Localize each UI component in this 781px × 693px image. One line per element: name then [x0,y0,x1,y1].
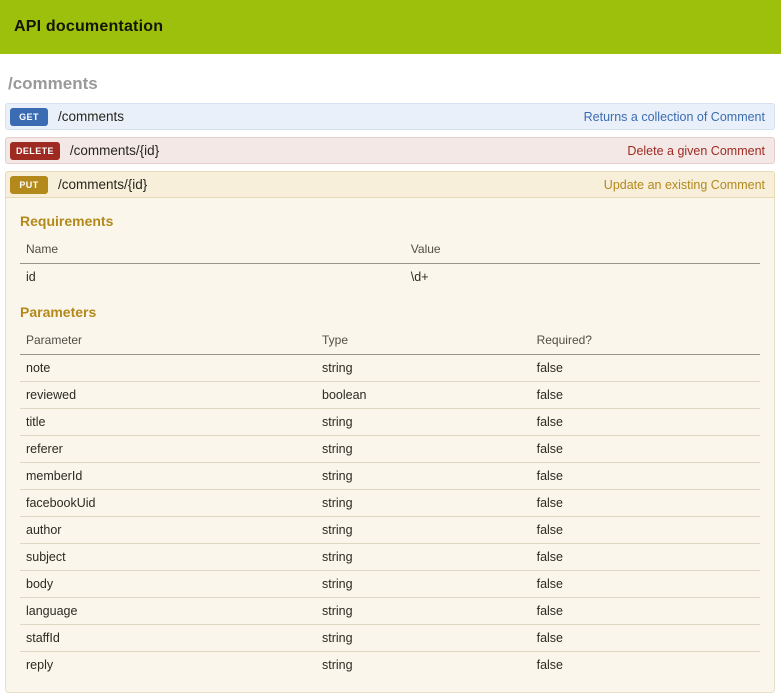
table-cell: false [531,355,760,382]
table-cell: false [531,409,760,436]
table-cell: string [316,436,531,463]
column-header: Value [405,237,760,264]
table-cell: string [316,409,531,436]
method-badge-delete: DELETE [10,142,60,160]
table-cell: facebookUid [20,490,316,517]
table-row: languagestringfalse [20,598,760,625]
table-cell: boolean [316,382,531,409]
app-header: API documentation [0,0,781,54]
table-row: replystringfalse [20,652,760,679]
column-header: Type [316,328,531,355]
page-title: API documentation [14,18,163,36]
table-cell: author [20,517,316,544]
table-cell: subject [20,544,316,571]
operation-path: /comments [58,109,584,124]
table-cell: false [531,652,760,679]
table-header-row: Name Value [20,237,760,264]
table-row: refererstringfalse [20,436,760,463]
requirements-heading: Requirements [20,213,760,229]
operation-row-put[interactable]: PUT /comments/{id} Update an existing Co… [5,171,775,198]
table-header-row: Parameter Type Required? [20,328,760,355]
table-row: facebookUidstringfalse [20,490,760,517]
operation-detail-panel: Requirements Name Value id\d+ Parameters… [5,198,775,693]
operation-row-get[interactable]: GET /comments Returns a collection of Co… [5,103,775,130]
column-header: Parameter [20,328,316,355]
operation-path: /comments/{id} [58,177,604,192]
parameters-heading: Parameters [20,304,760,320]
table-cell: false [531,490,760,517]
table-row: titlestringfalse [20,409,760,436]
resource-section: /comments GET /comments Returns a collec… [0,74,781,693]
table-cell: staffId [20,625,316,652]
table-cell: string [316,517,531,544]
table-row: bodystringfalse [20,571,760,598]
table-cell: string [316,490,531,517]
table-cell: language [20,598,316,625]
table-cell: string [316,355,531,382]
table-row: id\d+ [20,264,760,291]
operation-description-link[interactable]: Returns a collection of Comment [584,110,765,124]
table-cell: false [531,382,760,409]
table-cell: body [20,571,316,598]
table-row: staffIdstringfalse [20,625,760,652]
table-cell: false [531,544,760,571]
resource-title: /comments [8,74,775,94]
method-badge-put: PUT [10,176,48,194]
table-row: memberIdstringfalse [20,463,760,490]
table-cell: false [531,463,760,490]
table-cell: false [531,517,760,544]
table-cell: note [20,355,316,382]
table-cell: false [531,571,760,598]
table-cell: \d+ [405,264,760,291]
table-cell: false [531,625,760,652]
column-header: Name [20,237,405,264]
operation-row-delete[interactable]: DELETE /comments/{id} Delete a given Com… [5,137,775,164]
table-cell: referer [20,436,316,463]
operation-description-link[interactable]: Update an existing Comment [604,178,765,192]
operation-description-link[interactable]: Delete a given Comment [627,144,765,158]
table-cell: string [316,625,531,652]
table-cell: memberId [20,463,316,490]
table-cell: false [531,436,760,463]
table-cell: title [20,409,316,436]
table-cell: string [316,463,531,490]
table-cell: reviewed [20,382,316,409]
table-row: notestringfalse [20,355,760,382]
table-row: subjectstringfalse [20,544,760,571]
column-header: Required? [531,328,760,355]
table-row: reviewedbooleanfalse [20,382,760,409]
table-cell: string [316,652,531,679]
table-cell: reply [20,652,316,679]
parameters-table: Parameter Type Required? notestringfalse… [20,328,760,678]
table-row: authorstringfalse [20,517,760,544]
operation-path: /comments/{id} [70,143,628,158]
table-cell: string [316,544,531,571]
method-badge-get: GET [10,108,48,126]
table-cell: string [316,571,531,598]
table-cell: string [316,598,531,625]
table-cell: false [531,598,760,625]
table-cell: id [20,264,405,291]
requirements-table: Name Value id\d+ [20,237,760,290]
